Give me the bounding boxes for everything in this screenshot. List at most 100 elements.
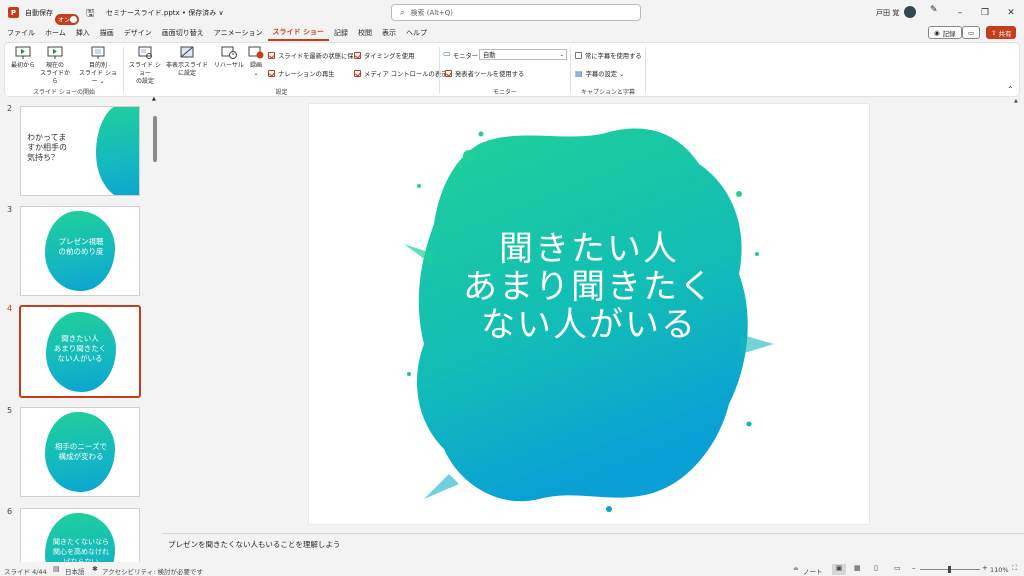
notes-button[interactable]: ノート <box>803 566 823 576</box>
slide-thumbnail-5[interactable]: 相手のニーズで 構成が変わる <box>20 407 140 497</box>
slideshow-view-icon[interactable]: ▭ <box>894 564 901 572</box>
thumbnail-blob <box>96 107 139 195</box>
monitor-value: 自動 <box>483 52 496 59</box>
collapse-ribbon-icon[interactable]: ⌃ <box>1007 85 1014 94</box>
status-bar: スライド 4/44 ▤ 日本語 ✱ アクセシビリティ: 検討が必要です ≐ ノー… <box>0 563 1024 576</box>
tab-animations[interactable]: アニメーション <box>209 25 268 41</box>
caption-settings-button[interactable]: ▤ 字幕の設定 ⌄ <box>575 68 624 79</box>
caption-icon: ▤ <box>575 69 583 78</box>
zoom-out-icon[interactable]: – <box>912 564 916 572</box>
hide-slide-icon <box>180 46 194 58</box>
restore-icon[interactable]: ❐ <box>973 0 997 25</box>
slide-number: 3 <box>7 205 13 214</box>
from-current-label: 現在の スライドから <box>39 62 70 85</box>
thumbnail-scrollbar[interactable]: ▲ <box>151 96 159 560</box>
tab-insert[interactable]: 挿入 <box>71 25 95 41</box>
share-button[interactable]: ⇧ 共有 <box>986 26 1017 39</box>
record-button[interactable]: ◉ 記録 <box>928 26 962 39</box>
tab-home[interactable]: ホーム <box>40 25 71 41</box>
save-icon[interactable]: 🖫 <box>86 6 95 23</box>
accessibility-status[interactable]: アクセシビリティ: 検討が必要です <box>102 566 203 576</box>
spellcheck-icon[interactable]: ▤ <box>53 565 60 573</box>
tab-help[interactable]: ヘルプ <box>401 25 432 41</box>
slide-sorter-icon[interactable]: ▦ <box>854 564 861 572</box>
slide-number: 6 <box>7 507 13 516</box>
language-label[interactable]: 日本語 <box>65 566 85 576</box>
from-beginning-label: 最初から <box>10 62 35 69</box>
comments-icon[interactable]: ▭ <box>962 26 980 39</box>
notes-icon: ≐ <box>793 565 799 573</box>
use-timings-checkbox[interactable]: タイミングを使用 <box>354 50 414 61</box>
media-controls-label: メディア コントロールの表示 <box>364 71 448 78</box>
checkbox-checked-icon <box>354 52 361 59</box>
slide-thumbnail-4[interactable]: 聞きたい人 あまり聞きたく ない人がいる <box>19 305 141 398</box>
custom-slideshow-button[interactable]: 目的別 スライド ショー ⌄ <box>77 46 119 86</box>
share-icon: ⇧ <box>991 28 997 37</box>
slide-title-text[interactable]: 聞きたい人 あまり聞きたく ない人がいる <box>309 230 869 344</box>
tab-draw[interactable]: 描画 <box>95 25 119 41</box>
autosave-toggle[interactable]: オン <box>55 14 79 25</box>
always-caption-checkbox[interactable]: 常に字幕を使用する <box>575 50 642 61</box>
settings-group-label: 設定 <box>275 89 288 96</box>
close-icon[interactable]: ✕ <box>999 0 1023 25</box>
scroll-up-icon[interactable]: ▲ <box>152 96 156 102</box>
search-placeholder: 検索 (Alt+Q) <box>410 8 454 17</box>
title-bar: P 自動保存 オン 🖫 セミナースライド.pptx • 保存済み ∨ ⌕ 検索 … <box>0 0 1024 25</box>
setup-slideshow-button[interactable]: スライド ショー の設定 <box>127 46 163 86</box>
tab-view[interactable]: 表示 <box>377 25 401 41</box>
media-controls-checkbox[interactable]: メディア コントロールの表示 <box>354 68 447 79</box>
thumbnail-text: わかってま すか相手の 気持ち？ <box>27 133 67 162</box>
pen-icon[interactable]: ✎ <box>930 5 938 15</box>
record-slideshow-icon <box>248 46 264 59</box>
notes-pane[interactable]: プレゼンを聞きたくない人もいることを理解しよう <box>162 533 1024 561</box>
zoom-in-icon[interactable]: + <box>982 564 988 572</box>
thumbnail-text: 聞きたい人 あまり聞きたく ない人がいる <box>53 334 107 363</box>
tab-transitions[interactable]: 画面切り替え <box>157 25 209 41</box>
canvas-scroll-up-icon[interactable]: ▲ <box>1014 98 1018 104</box>
rehearse-timer-icon <box>221 46 237 59</box>
presenter-view-label: 発表者ツールを使用する <box>455 71 525 78</box>
search-icon: ⌕ <box>400 7 405 17</box>
monitor-select[interactable]: 自動 ⌄ <box>479 49 567 60</box>
normal-view-icon[interactable]: ▣ <box>832 564 846 575</box>
scrollbar-thumb[interactable] <box>153 116 157 162</box>
tab-design[interactable]: デザイン <box>119 25 157 41</box>
reading-view-icon[interactable]: ▯ <box>874 564 878 572</box>
play-current-icon <box>47 46 63 59</box>
avatar[interactable] <box>904 6 916 18</box>
minimize-icon[interactable]: – <box>948 0 972 25</box>
slide-line-1: 聞きたい人 <box>499 229 679 269</box>
search-box[interactable]: ⌕ 検索 (Alt+Q) <box>391 4 641 21</box>
keep-updated-checkbox[interactable]: スライドを最新の状態に保つ <box>268 50 360 61</box>
rehearse-button[interactable]: リハーサル <box>213 46 245 70</box>
always-caption-label: 常に字幕を使用する <box>585 53 642 60</box>
record-slideshow-label: 録画 ⌄ <box>249 62 262 77</box>
file-name[interactable]: セミナースライド.pptx • 保存済み ∨ <box>106 8 224 18</box>
presenter-view-checkbox[interactable]: 発表者ツールを使用する <box>445 68 524 79</box>
play-narration-checkbox[interactable]: ナレーションの再生 <box>268 68 335 79</box>
slide-thumbnail-6[interactable]: 聞きたくないなら 関心を高めなけれ ばならない <box>20 508 140 562</box>
record-slideshow-button[interactable]: 録画 ⌄ <box>245 46 267 78</box>
zoom-slider-thumb[interactable] <box>948 566 951 573</box>
slide-number: 2 <box>7 104 13 113</box>
autosave-label: 自動保存 <box>25 9 53 17</box>
current-slide[interactable]: 聞きたい人 あまり聞きたく ない人がいる <box>309 104 869 524</box>
from-current-button[interactable]: 現在の スライドから <box>38 46 72 86</box>
slide-number: 4 <box>7 304 13 313</box>
slide-thumbnail-2[interactable]: わかってま すか相手の 気持ち？ <box>20 106 140 196</box>
tab-review[interactable]: 校閲 <box>353 25 377 41</box>
user-name[interactable]: 戸田 覚 <box>876 8 899 18</box>
slide-thumbnail-3[interactable]: プレゼン視聴 の前のめり度 <box>20 206 140 296</box>
zoom-slider[interactable] <box>920 566 980 573</box>
setup-slideshow-label: スライド ショー の設定 <box>129 62 161 85</box>
slide-counter: スライド 4/44 <box>4 568 47 576</box>
tab-record[interactable]: 記録 <box>329 25 353 41</box>
tab-slideshow[interactable]: スライド ショー <box>267 25 329 41</box>
fit-to-window-icon[interactable]: ⛶ <box>1012 564 1017 573</box>
autosave-state: オン <box>58 17 71 24</box>
hide-slide-button[interactable]: 非表示スライド に設定 <box>165 46 209 78</box>
tab-file[interactable]: ファイル <box>2 25 40 41</box>
zoom-level[interactable]: 110% <box>990 566 1009 574</box>
from-beginning-button[interactable]: 最初から <box>10 46 36 70</box>
slide-thumbnail-pane: 2 わかってま すか相手の 気持ち？ 3 プレゼン視聴 の前のめり度 4 聞きた… <box>0 98 161 562</box>
